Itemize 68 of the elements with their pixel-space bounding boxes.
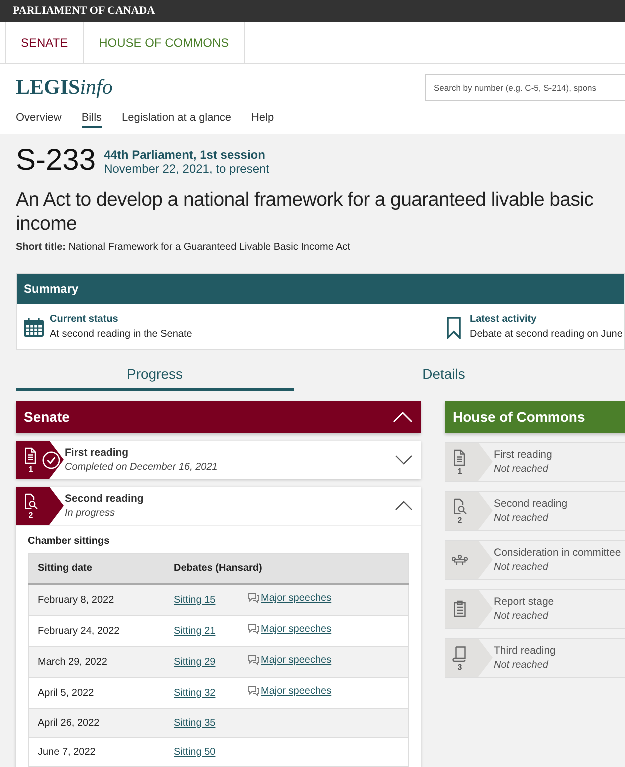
speech-bubbles-icon	[248, 686, 260, 697]
site-title: PARLIAMENT OF CANADA	[13, 5, 156, 17]
stage-number: 1	[458, 466, 462, 476]
summary-label: Latest activity	[470, 314, 538, 325]
table-cell: June 7, 2022	[28, 738, 165, 766]
stage-status: Completed on December 16, 2021	[65, 462, 219, 473]
column-header: Debates (Hansard)	[165, 554, 408, 584]
stage-status: Not reached	[494, 611, 550, 622]
stage-number: 3	[458, 662, 462, 672]
stage-name: First reading	[494, 449, 554, 461]
stage-name: Consideration in committee	[494, 547, 622, 559]
major-speeches-link[interactable]: Major speeches	[261, 593, 332, 604]
sitting-link[interactable]: Sitting 21	[174, 626, 216, 636]
summary-label: Current status	[50, 314, 120, 325]
stage-status: Not reached	[494, 513, 550, 524]
chevron-icon[interactable]	[395, 501, 413, 511]
table-cell: March 29, 2022	[28, 646, 165, 678]
stage-status: In progress	[65, 508, 116, 519]
column-header: Sitting date	[28, 554, 165, 584]
nav-link[interactable]: Help	[251, 112, 274, 128]
stage-number: 1	[28, 464, 34, 474]
stage-status: Not reached	[494, 464, 550, 475]
session-dates: November 22, 2021, to present	[104, 162, 270, 176]
major-speeches-link[interactable]: Major speeches	[261, 624, 332, 635]
nav-link[interactable]: Bills	[82, 112, 102, 128]
magnifier-icon	[22, 492, 40, 510]
stage-status: Not reached	[494, 660, 550, 671]
chamber-header[interactable]: House of Commons	[445, 401, 625, 433]
stage-status: Not reached	[494, 562, 550, 573]
chamber-header[interactable]: Senate	[16, 401, 421, 433]
table-cell: February 8, 2022	[28, 584, 165, 616]
table-cell: April 26, 2022	[28, 708, 165, 738]
sitting-link[interactable]: Sitting 32	[174, 688, 216, 698]
summary-value: Debate at second reading on June	[470, 329, 623, 340]
section-heading: Chamber sittings	[28, 536, 111, 547]
major-speeches-link[interactable]: Major speeches	[261, 686, 332, 697]
speech-bubbles-icon	[248, 624, 260, 635]
stage-number: 2	[28, 510, 34, 520]
logo[interactable]: LEGISinfo	[16, 75, 113, 100]
bill-number: S-233	[16, 146, 96, 176]
stage-number: 2	[458, 516, 462, 524]
view-tab[interactable]: Details	[294, 366, 594, 391]
short-title: Short title: National Framework for a Guaranteed Livable Basic Income Act	[16, 242, 352, 253]
major-speeches-link[interactable]: Major speeches	[261, 655, 332, 666]
nav-link[interactable]: Overview	[16, 112, 62, 128]
summary-value: At second reading in the Senate	[50, 329, 192, 340]
speech-bubbles-icon	[248, 593, 260, 604]
summary-heading: Summary	[17, 274, 624, 304]
sitting-link[interactable]: Sitting 15	[174, 594, 216, 606]
scroll-icon	[451, 644, 469, 662]
stage-name: Second reading	[65, 493, 145, 505]
stage-name: Report stage	[494, 596, 556, 608]
chamber-tab[interactable]: HOUSE OF COMMONS	[83, 22, 246, 63]
calendar-icon	[23, 317, 45, 339]
search-field[interactable]: Search by number (e.g. C-5, S-214), spons	[425, 74, 625, 101]
sitting-link[interactable]: Sitting 50	[174, 746, 216, 758]
view-tab[interactable]: Progress	[16, 366, 294, 391]
bill-title: An Act to develop a national framework for a guaranteed livable basic income	[16, 188, 595, 236]
speech-bubbles-icon	[248, 655, 260, 666]
stage-name: Third reading	[494, 645, 557, 657]
stage-name: Second reading	[494, 498, 569, 510]
magnifier-icon	[451, 498, 469, 516]
nav-link[interactable]: Legislation at a glance	[122, 112, 232, 128]
chevron-icon[interactable]	[395, 455, 413, 465]
clipboard-icon	[451, 600, 469, 618]
chamber-tab[interactable]: SENATE	[5, 22, 84, 63]
stage-name: First reading	[65, 447, 130, 459]
session-label: 44th Parliament, 1st session	[104, 148, 266, 162]
